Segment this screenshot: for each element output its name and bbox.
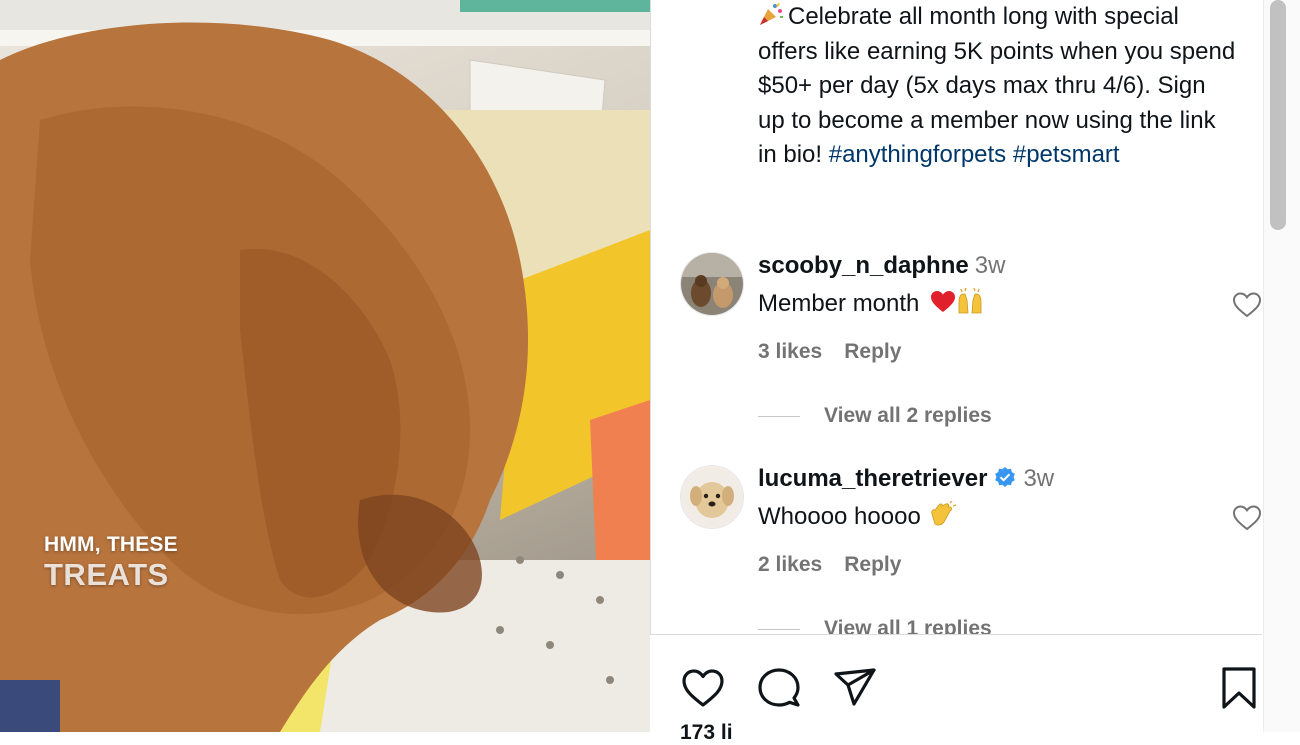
video-caption-overlay: HMM, THESE TREATS — [44, 534, 178, 590]
party-popper-icon — [760, 2, 783, 25]
overlay-line-2: TREATS — [44, 557, 169, 592]
comment-text: Member month — [758, 290, 920, 317]
reply-button[interactable]: Reply — [844, 553, 901, 576]
raising-hands-icon — [958, 287, 982, 314]
overlay-line-1: HMM, THESE — [44, 533, 178, 556]
comment-meta: 2 likes Reply — [758, 553, 1198, 577]
comment-username[interactable]: lucuma_theretriever — [758, 465, 987, 492]
comment-likes[interactable]: 3 likes — [758, 340, 822, 363]
comment-username[interactable]: scooby_n_daphne — [758, 252, 969, 279]
clapping-hands-icon — [931, 500, 957, 526]
avatar[interactable] — [680, 252, 744, 316]
red-heart-icon — [931, 291, 956, 312]
comment-timestamp[interactable]: 3w — [1023, 465, 1054, 492]
replies-divider-line — [758, 628, 800, 630]
comment-timestamp[interactable]: 3w — [975, 252, 1006, 279]
view-replies-label: View all 2 replies — [824, 404, 992, 427]
bookmark-icon[interactable] — [1216, 665, 1262, 711]
comment-like-heart-icon[interactable] — [1232, 290, 1262, 320]
post-caption: Celebrate all month long with special of… — [758, 0, 1238, 173]
heart-icon[interactable] — [680, 665, 726, 711]
video-frame — [0, 0, 650, 732]
post-video[interactable]: HMM, THESE TREATS — [0, 0, 650, 732]
hashtag-anythingforpets[interactable]: #anythingforpets — [829, 141, 1006, 168]
comment-likes[interactable]: 2 likes — [758, 553, 822, 576]
comment-text-row: Member month — [758, 287, 1198, 318]
comments-panel: Celebrate all month long with special of… — [650, 0, 1300, 744]
verified-badge-icon — [995, 467, 1016, 487]
replies-divider-line — [758, 415, 800, 417]
comment-text: Whoooo hoooo — [758, 503, 921, 530]
avatar[interactable] — [680, 465, 744, 529]
send-icon[interactable] — [832, 665, 878, 711]
scrollbar-thumb[interactable] — [1270, 0, 1286, 230]
hashtag-petsmart[interactable]: #petsmart — [1013, 141, 1120, 168]
view-replies-button[interactable]: View all 2 replies — [758, 404, 992, 428]
likes-count[interactable]: 173 li — [680, 721, 733, 745]
reply-button[interactable]: Reply — [844, 340, 901, 363]
comment-meta: 3 likes Reply — [758, 340, 1198, 364]
post-action-bar: 173 li — [650, 634, 1262, 744]
comment-text-row: Whoooo hoooo — [758, 500, 1198, 531]
panel-divider — [650, 0, 651, 732]
comment-icon[interactable] — [756, 665, 802, 711]
comment-like-heart-icon[interactable] — [1232, 503, 1262, 533]
